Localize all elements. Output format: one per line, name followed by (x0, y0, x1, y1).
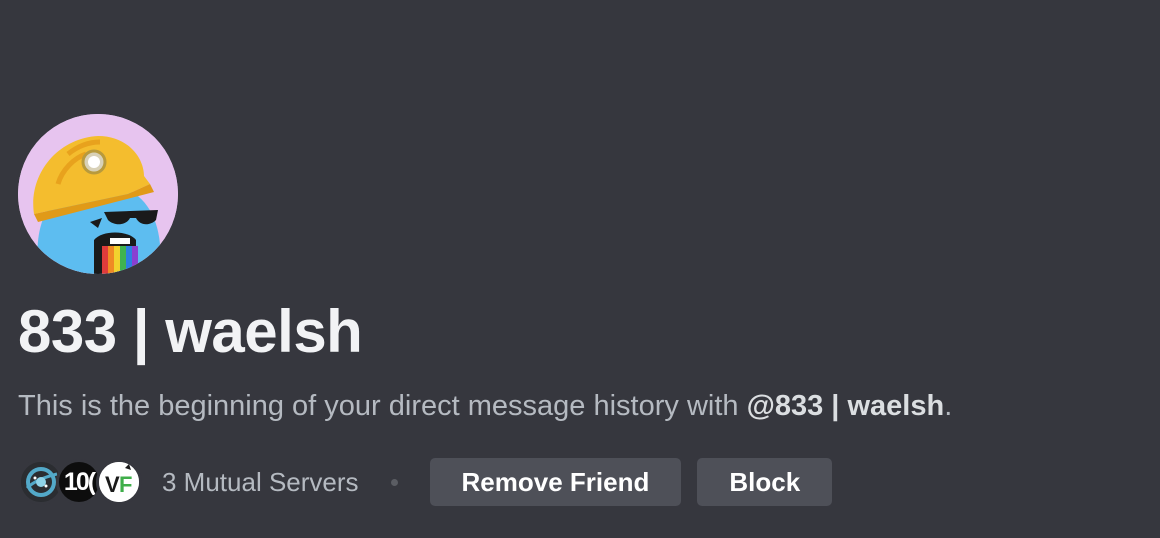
display-name: 833 | waelsh (18, 298, 363, 365)
intro-prefix: This is the beginning of your direct mes… (18, 390, 747, 422)
separator-dot (390, 478, 398, 486)
vf-logo-icon[interactable]: V F (96, 459, 142, 505)
user-avatar[interactable] (18, 114, 178, 274)
mutual-server-icons[interactable]: 10( V F (18, 458, 148, 506)
vf-letter-f: F (119, 472, 132, 497)
miner-helmet-avatar-icon (18, 114, 178, 274)
vf-letter-v: V (105, 472, 120, 497)
intro-suffix: . (944, 390, 953, 422)
remove-friend-button[interactable]: Remove Friend (429, 458, 682, 506)
block-button[interactable]: Block (697, 458, 833, 506)
mutual-servers-link[interactable]: 3 Mutual Servers (162, 458, 359, 506)
intro-mention: @833 | waelsh (746, 390, 945, 422)
server-logo-text: 10( (63, 468, 96, 496)
dm-intro-text: This is the beginning of your direct mes… (18, 386, 952, 426)
dm-welcome-page: 833 | waelsh This is the beginning of yo… (0, 0, 1160, 538)
profile-actions-row: 10( V F 3 Mutual Servers Remove Friend B… (18, 458, 833, 506)
